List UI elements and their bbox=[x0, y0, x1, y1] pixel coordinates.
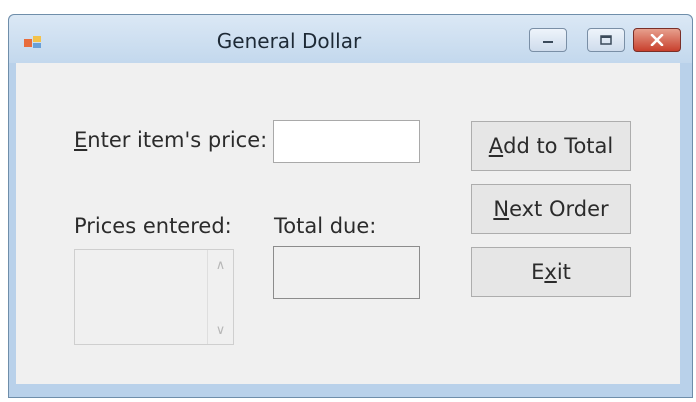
scroll-down-icon[interactable]: ∨ bbox=[208, 323, 233, 338]
add-to-total-button[interactable]: Add to Total bbox=[471, 121, 631, 171]
price-label: Enter item's price: bbox=[74, 128, 268, 152]
window-title: General Dollar bbox=[216, 29, 362, 53]
title-bar[interactable]: General Dollar bbox=[9, 15, 692, 63]
close-button[interactable] bbox=[633, 28, 681, 52]
maximize-icon bbox=[600, 35, 612, 45]
list-scrollbar[interactable]: ∧ ∨ bbox=[207, 250, 233, 344]
total-due-label: Total due: bbox=[274, 214, 377, 238]
minimize-button[interactable] bbox=[529, 28, 567, 52]
prices-entered-label: Prices entered: bbox=[74, 214, 232, 238]
prices-entered-list[interactable]: ∧ ∨ bbox=[74, 249, 234, 345]
form-client-area: Enter item's price: Prices entered: ∧ ∨ … bbox=[16, 63, 680, 384]
next-order-button[interactable]: Next Order bbox=[471, 184, 631, 234]
price-input[interactable] bbox=[273, 120, 420, 163]
app-window: General Dollar Enter item's price: Price… bbox=[8, 14, 693, 398]
total-due-output bbox=[273, 246, 420, 299]
app-icon bbox=[24, 36, 41, 48]
minimize-icon bbox=[543, 41, 553, 43]
exit-button[interactable]: Ex it bbox=[471, 247, 631, 297]
maximize-button[interactable] bbox=[587, 28, 625, 52]
scroll-up-icon[interactable]: ∧ bbox=[208, 258, 233, 273]
close-icon bbox=[650, 34, 664, 46]
